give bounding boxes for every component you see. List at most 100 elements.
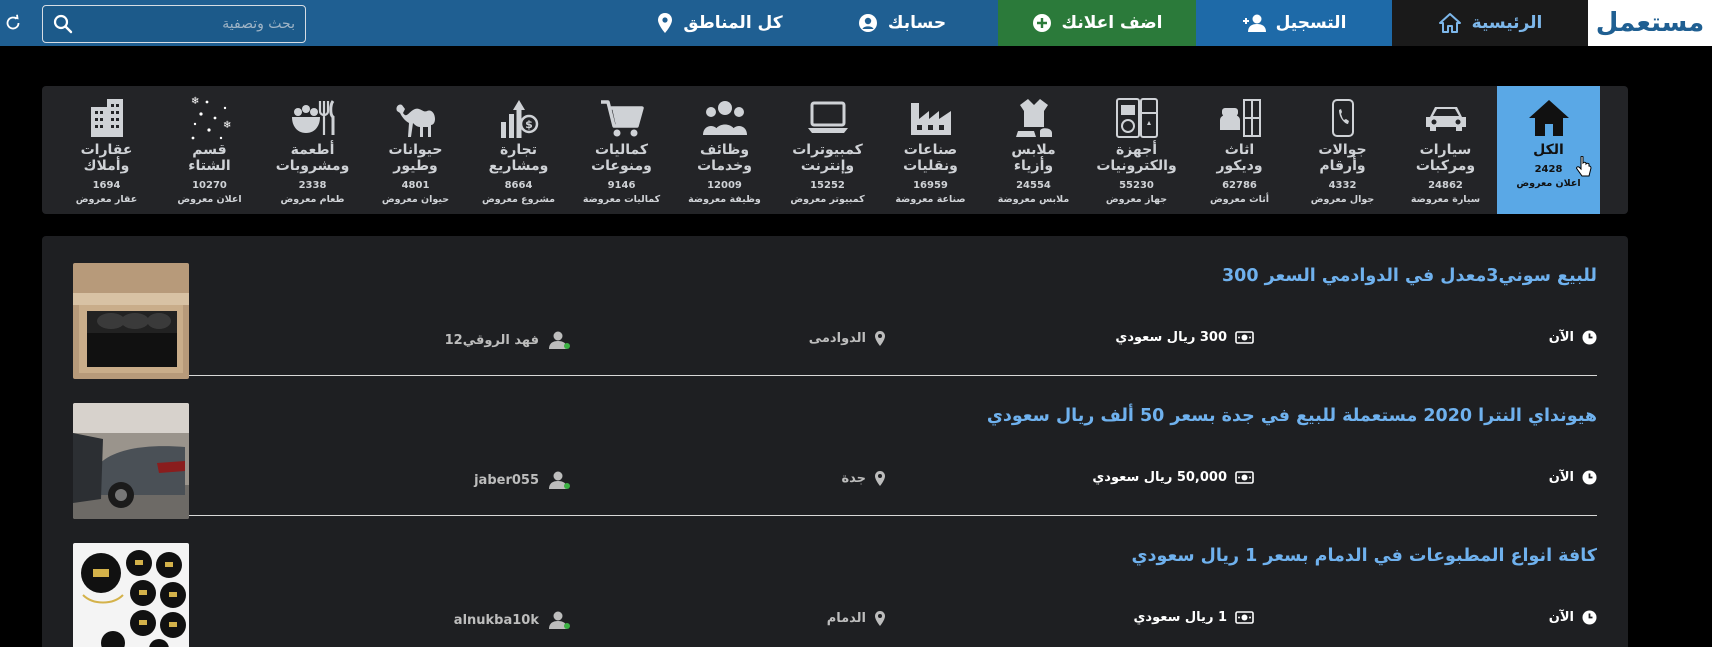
category-furniture[interactable]: اثاث وديكور 62786 أثاث معروض [1188,86,1291,214]
regions-dropdown[interactable]: كل المناطق [634,0,806,46]
nav-account[interactable]: حسابك [806,0,998,46]
location-pin-icon [875,331,885,346]
add-ad-button[interactable]: اضف اعلانك [998,0,1196,46]
category-name: تجارة [500,142,537,158]
laptop-icon [806,94,850,142]
category-sublabel: عقار معروض [75,194,138,205]
category-house[interactable]: الكل 2428 اعلان معروض [1497,86,1600,214]
category-count: 10270 [192,180,227,191]
category-sublabel: جوال معروض [1310,194,1375,205]
user-online-icon [549,331,570,349]
category-count: 12009 [707,180,742,191]
category-count: 2428 [1534,164,1563,175]
ad-user-text: jaber055 [474,472,539,488]
category-clothes[interactable]: ملابس وأزياء 24554 ملابس معروضة [982,86,1085,214]
nav-regions-label: كل المناطق [683,13,783,33]
location-pin-icon [875,471,885,486]
ad-price-text: 300 ريال سعودي [1115,330,1227,345]
ad-thumbnail[interactable] [73,543,189,647]
category-snow[interactable]: ❄ ❄ قسم الشتاء 10270 اعلان معروض [158,86,261,214]
category-name: الكل [1533,142,1564,158]
category-name-line2: ومشاريع [488,158,549,174]
snow-icon: ❄ ❄ [185,94,235,142]
ad-thumbnail[interactable] [73,263,189,379]
ad-location[interactable]: جدة [841,470,886,487]
category-count: 4332 [1328,180,1357,191]
category-name: قسم [192,142,227,158]
category-name: ملابس [1011,142,1056,158]
category-sublabel: أثاث معروض [1209,194,1270,205]
ad-time: الآن [1549,470,1597,485]
category-building[interactable]: عقارات وأملاك 1694 عقار معروض [55,86,158,214]
ad-location-text: الدوادمى [808,331,866,346]
building-icon [87,94,127,142]
category-sublabel: ملابس معروضة [997,194,1070,205]
house-icon [1527,94,1571,142]
ad-card[interactable]: هيونداي النترا 2020 مستعملة للبيع في جدة… [73,386,1597,519]
category-name-line2: وأزياء [1013,158,1054,174]
category-count: 2338 [298,180,327,191]
search-input[interactable] [83,16,295,32]
category-count: 1694 [92,180,121,191]
category-name: أطعمة [290,142,335,158]
category-name-line2: ومركبات [1415,158,1476,174]
category-people[interactable]: وظائف وخدمات 12009 وظيفة معروضة [673,86,776,214]
map-pin-icon [658,13,673,33]
ad-price-text: 50,000 ريال سعودي [1092,470,1227,485]
search-icon[interactable] [53,14,73,34]
category-sublabel: كماليات معروضة [582,194,661,205]
category-count: 24862 [1428,180,1463,191]
nav-home[interactable]: الرئيسية [1392,0,1588,46]
category-name-line2: وطيور [393,158,438,174]
category-count: 24554 [1016,180,1051,191]
category-camel[interactable]: حيوانات وطيور 4801 حيوان معروض [364,86,467,214]
category-name-line2: ومنوعات [591,158,652,174]
ad-price: 300 ريال سعودي [1115,330,1254,345]
ad-title-link[interactable]: هيونداي النترا 2020 مستعملة للبيع في جدة… [987,406,1597,426]
search-box [42,5,306,43]
category-appliance[interactable]: أجهزة والكترونيات 55230 جهاز معروض [1085,86,1188,214]
category-sublabel: جهاز معروض [1105,194,1168,205]
category-laptop[interactable]: كمبيوترات وإنترنت 15252 كمبيوتر معروض [776,86,879,214]
category-car[interactable]: سيارات ومركبات 24862 سيارة معروضة [1394,86,1497,214]
category-sublabel: طعام معروض [280,194,345,205]
nav-register[interactable]: التسجيل [1196,0,1392,46]
ad-location[interactable]: الدوادمى [809,330,886,347]
appliance-icon [1115,94,1159,142]
category-count: 55230 [1119,180,1154,191]
mouse-cursor-icon [1576,155,1592,182]
category-phone[interactable]: جوالات وأرقام 4332 جوال معروض [1291,86,1394,214]
ad-location[interactable]: الدمام [827,610,886,627]
clock-icon [1582,610,1597,625]
phone-icon [1330,94,1356,142]
cart-icon [599,94,645,142]
ad-title-link[interactable]: للبيع سوني3معدل في الدوادمي السعر 300 [1222,266,1597,286]
clock-icon [1582,330,1597,345]
site-logo[interactable]: مستعمل [1588,0,1712,46]
ad-location-text: الدمام [826,611,866,626]
ad-thumbnail[interactable] [73,403,189,519]
category-sublabel: كمبيوتر معروض [790,194,865,205]
category-name: كماليات [594,142,649,158]
category-money-growth[interactable]: $ تجارة ومشاريع 8664 مشروع معروض [467,86,570,214]
category-count: 62786 [1222,180,1257,191]
ad-card[interactable]: للبيع سوني3معدل في الدوادمي السعر 300 الآ… [73,246,1597,379]
category-factory[interactable]: صناعات ونقليات 16959 صناعة معروضة [879,86,982,214]
category-name-line2: وإنترنت [800,158,855,174]
ad-card[interactable]: كافة انواع المطبوعات في الدمام بسعر 1 ري… [73,526,1597,647]
category-count: 8664 [504,180,533,191]
category-name-line2: وأملاك [83,158,130,174]
category-food[interactable]: أطعمة ومشروبات 2338 طعام معروض [261,86,364,214]
category-cart[interactable]: كماليات ومنوعات 9146 كماليات معروضة [570,86,673,214]
car-icon [1424,94,1468,142]
category-name: أجهزة [1115,142,1158,158]
ad-title-link[interactable]: كافة انواع المطبوعات في الدمام بسعر 1 ري… [1131,546,1597,566]
refresh-icon[interactable] [4,14,22,32]
category-name-line2: وأرقام [1319,158,1366,174]
ad-user[interactable]: فهد الروقي12 [445,330,571,350]
user-circle-icon [858,14,877,32]
category-bar: الكل 2428 اعلان معروض سيارات ومركبات 24862 سيا… [42,86,1628,214]
ad-user[interactable]: alnukba10k [454,610,571,630]
ad-user[interactable]: jaber055 [474,470,571,490]
logo-text: مستعمل [1595,8,1705,38]
